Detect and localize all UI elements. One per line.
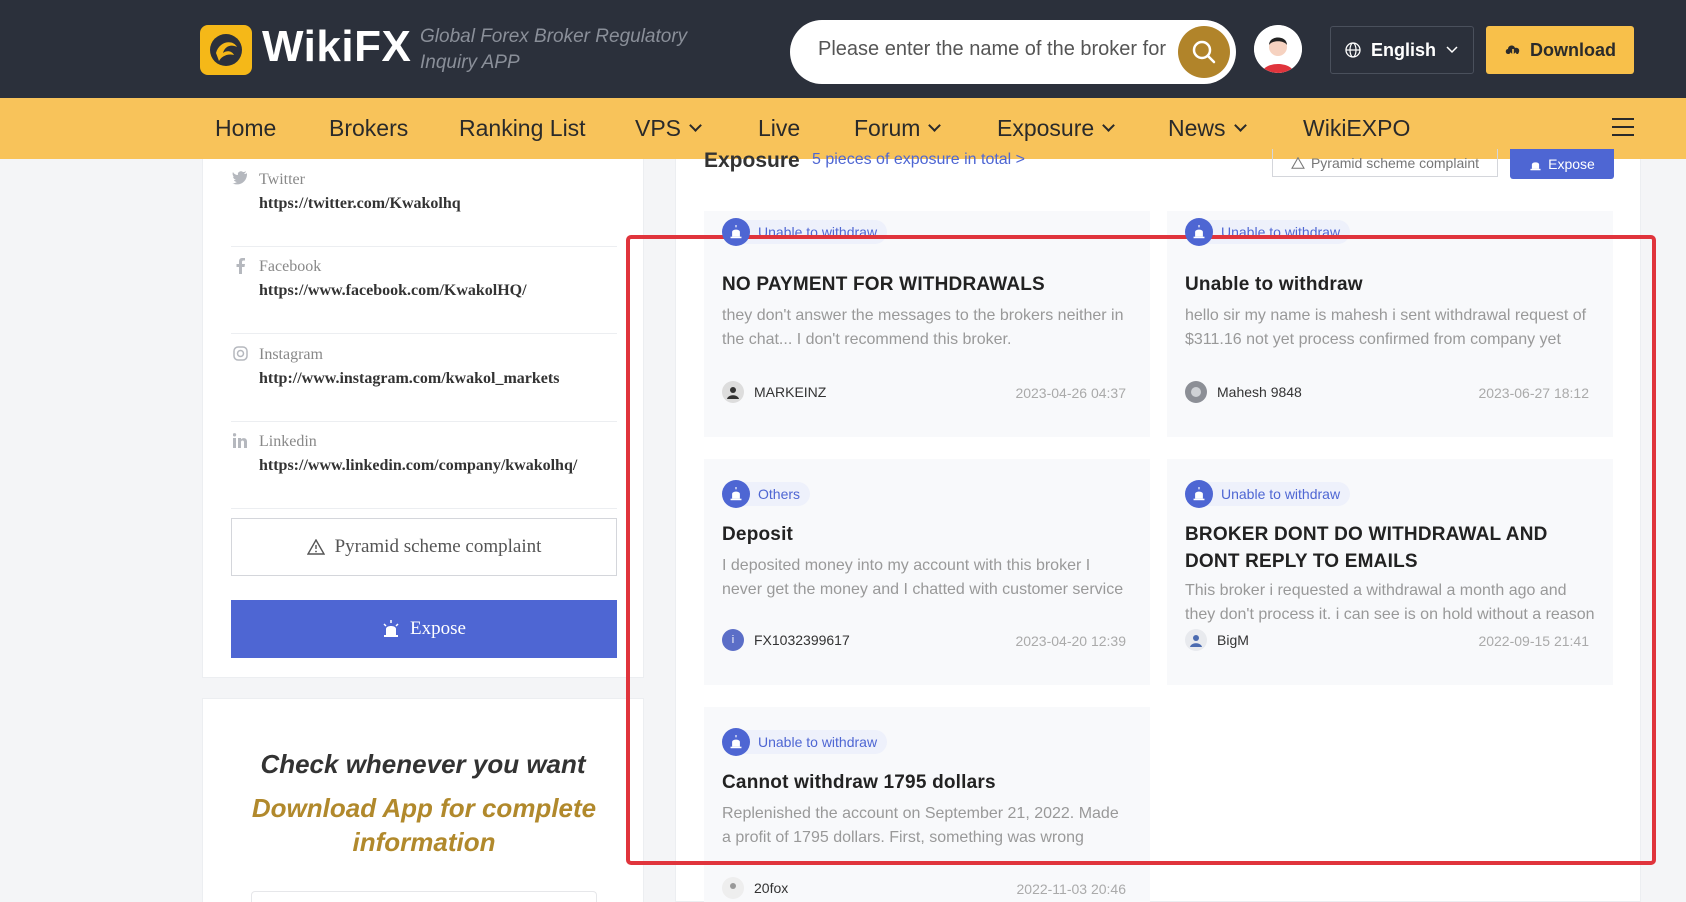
instagram-icon [231,346,249,364]
card-body: hello sir my name is mahesh i sent withd… [1185,307,1587,348]
nav-news[interactable]: News [1168,115,1247,142]
card-author: BigM [1185,629,1249,651]
alarm-icon [383,620,399,637]
alarm-icon [1185,218,1213,246]
nav-live[interactable]: Live [758,115,800,142]
language-label: English [1371,39,1437,60]
card-title: Deposit [722,524,794,545]
card-title: BROKER DONT DO WITHDRAWAL AND DONT REPLY… [1185,524,1548,572]
twitter-link[interactable]: https://twitter.com/Kwakolhq [259,195,461,213]
facebook-icon [231,258,249,276]
language-selector[interactable]: English [1330,26,1474,74]
linkedin-link[interactable]: https://www.linkedin.com/company/kwakolh… [259,457,577,475]
card-author: Mahesh 9848 [1185,381,1302,403]
card-date: 2022-09-15 21:41 [1478,633,1589,649]
category-tag: Unable to withdraw [1185,217,1351,247]
nav-ranking-list[interactable]: Ranking List [459,115,586,142]
card-title: Unable to withdraw [1185,274,1363,295]
user-avatar [1185,381,1207,403]
exposure-pyramid-button[interactable]: Pyramid scheme complaint [1272,149,1498,177]
category-tag: Unable to withdraw [722,727,888,757]
promo-headline: Check whenever you want [260,749,586,779]
nav-brokers[interactable]: Brokers [329,115,408,142]
tagline: Global Forex Broker Regulatory Inquiry A… [420,26,688,73]
alarm-icon [1530,161,1541,170]
social-linkedin: Linkedin https://www.linkedin.com/compan… [231,433,617,509]
user-avatar [722,381,744,403]
promo-subline[interactable]: Download App for complete information [233,791,615,859]
social-twitter: Twitter https://twitter.com/Kwakolhq [231,171,617,247]
user-avatar [1185,629,1207,651]
card-author: i FX1032399617 [722,629,850,651]
alarm-icon [722,728,750,756]
card-title: NO PAYMENT FOR WITHDRAWALS [722,274,1045,295]
user-avatar: i [722,629,744,651]
exposure-card[interactable]: Unable to withdraw NO PAYMENT FOR WITHDR… [704,211,1150,437]
card-date: 2022-11-03 20:46 [1016,881,1127,897]
exposure-card[interactable]: Unable to withdraw Cannot withdraw 1795 … [704,707,1150,902]
chevron-down-icon [1446,46,1458,54]
alarm-icon [722,480,750,508]
pyramid-complaint-button[interactable]: Pyramid scheme complaint [231,518,617,576]
wikifx-logo-icon[interactable] [200,25,252,75]
qr-code-box [251,891,597,902]
warning-icon [306,539,325,555]
exposure-card[interactable]: Unable to withdraw BROKER DONT DO WITHDR… [1167,459,1613,685]
expose-button[interactable]: Expose [231,600,617,658]
exposure-card[interactable]: Unable to withdraw Unable to withdraw he… [1167,211,1613,437]
alarm-icon [1185,480,1213,508]
menu-icon[interactable] [1612,118,1634,142]
logo-text[interactable]: WikiFX [262,22,411,72]
exposure-count-link[interactable]: 5 pieces of exposure in total > [812,151,1025,169]
cloud-download-icon [1505,45,1520,58]
category-tag: Others [722,479,811,509]
search-bar [790,20,1236,84]
card-author: 20fox [722,877,788,899]
chevron-down-icon [689,119,702,132]
user-avatar [722,877,744,899]
alarm-icon [722,218,750,246]
download-label: Download [1530,39,1616,60]
user-avatar[interactable] [1254,25,1302,73]
category-tag: Unable to withdraw [722,217,888,247]
app-promo: Check whenever you want Download App for… [202,698,644,902]
nav-exposure[interactable]: Exposure [997,115,1116,142]
search-button[interactable] [1178,26,1230,78]
chevron-down-icon [1102,119,1116,132]
twitter-icon [231,171,249,189]
nav-forum[interactable]: Forum [854,115,942,142]
exposure-title: Exposure [704,149,800,172]
globe-icon [1345,42,1361,58]
card-title: Cannot withdraw 1795 dollars [722,772,996,793]
download-button[interactable]: Download [1486,26,1634,74]
social-facebook: Facebook https://www.facebook.com/Kwakol… [231,258,617,334]
exposure-panel: Exposure 5 pieces of exposure in total >… [675,149,1641,902]
nav-wikiexpo[interactable]: WikiEXPO [1303,115,1410,142]
card-author: MARKEINZ [722,381,826,403]
chevron-down-icon [1233,119,1247,132]
card-body: I deposited money into my account with t… [722,557,1124,598]
nav-home[interactable]: Home [215,115,276,142]
instagram-link[interactable]: http://www.instagram.com/kwakol_markets [259,370,559,388]
card-date: 2023-04-20 12:39 [1015,633,1126,649]
social-instagram: Instagram http://www.instagram.com/kwako… [231,346,617,422]
broker-contact-panel: Twitter https://twitter.com/Kwakolhq Fac… [202,159,644,678]
nav-vps[interactable]: VPS [635,115,702,142]
exposure-card[interactable]: Others Deposit I deposited money into my… [704,459,1150,685]
card-body: This broker i requested a withdrawal a m… [1185,582,1595,623]
chevron-down-icon [928,119,942,132]
exposure-expose-button[interactable]: Expose [1510,149,1614,179]
facebook-link[interactable]: https://www.facebook.com/KwakolHQ/ [259,282,527,300]
card-date: 2023-04-26 04:37 [1015,385,1126,401]
card-body: Replenished the account on September 21,… [722,805,1119,846]
card-body: they don't answer the messages to the br… [722,307,1124,348]
linkedin-icon [231,433,249,451]
top-header: WikiFX Global Forex Broker Regulatory In… [0,0,1686,98]
category-tag: Unable to withdraw [1185,479,1351,509]
warning-icon [1291,156,1305,169]
search-input[interactable] [818,38,1168,61]
search-icon [1192,40,1216,64]
card-date: 2023-06-27 18:12 [1478,385,1589,401]
